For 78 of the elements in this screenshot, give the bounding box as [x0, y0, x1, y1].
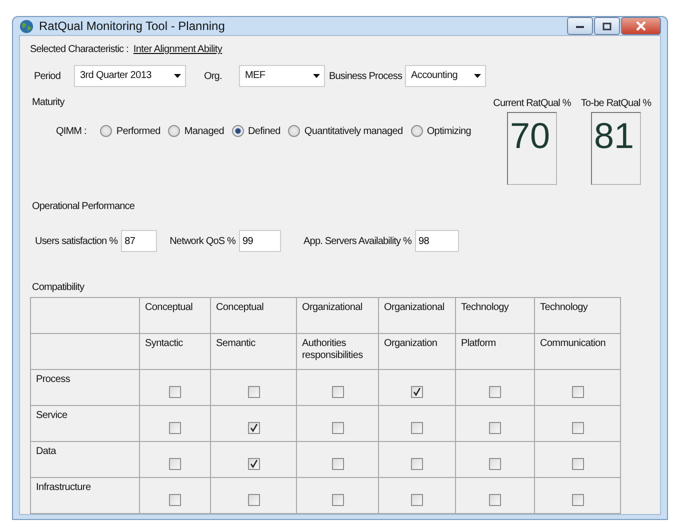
checkbox[interactable] — [248, 422, 260, 434]
checkbox[interactable] — [572, 422, 584, 434]
caret-icon — [313, 74, 320, 78]
checkbox[interactable] — [411, 422, 423, 434]
checkbox[interactable] — [489, 458, 501, 470]
column-header: Authorities responsibilities — [302, 338, 364, 362]
input-field[interactable]: 87 — [120, 230, 157, 252]
field-label: Selected Characteristic : — [30, 44, 128, 55]
window-title: RatQual Monitoring Tool - Planning — [39, 19, 226, 33]
caret-icon — [474, 74, 481, 78]
field-label: Period — [34, 70, 62, 82]
checkbox[interactable] — [411, 386, 423, 398]
checkbox[interactable] — [169, 494, 181, 506]
close-icon — [635, 21, 647, 31]
ratqual-label: To-be RatQual % — [580, 98, 652, 109]
column-header: Technology — [540, 302, 588, 314]
minimize-button[interactable] — [567, 17, 593, 35]
checkbox[interactable] — [411, 494, 423, 506]
radio-option[interactable]: Optimizing — [410, 125, 472, 137]
field-label: Network QoS % — [168, 236, 236, 246]
ratqual-label: Current RatQual % — [493, 98, 571, 109]
section-label: Operational Performance — [32, 201, 135, 212]
checkbox[interactable] — [489, 422, 501, 434]
checkbox[interactable] — [572, 494, 584, 506]
radio-option[interactable]: Quantitatively managed — [288, 125, 403, 137]
checkbox[interactable] — [489, 494, 501, 506]
field-label: Org. — [203, 70, 223, 82]
column-header: Platform — [461, 338, 496, 350]
column-header: Conceptual — [216, 302, 264, 314]
row-header: Service — [36, 410, 68, 422]
column-header: Organizational — [384, 302, 444, 314]
field-label: QIMM : — [56, 126, 86, 136]
dropdown[interactable]: 3rd Quarter 2013 — [74, 65, 186, 87]
close-button[interactable] — [621, 17, 661, 35]
column-header: Conceptual — [145, 302, 193, 314]
maximize-icon — [602, 22, 612, 30]
column-header: Semantic — [216, 338, 256, 350]
row-header: Process — [36, 374, 70, 386]
checkbox[interactable] — [572, 458, 584, 470]
checkbox[interactable] — [248, 386, 260, 398]
maximize-button[interactable] — [594, 17, 620, 35]
checkbox[interactable] — [411, 458, 423, 470]
section-label: Maturity — [32, 97, 64, 108]
characteristic-link[interactable]: Inter Alignment Ability — [133, 44, 222, 55]
checkbox[interactable] — [572, 386, 584, 398]
radio-option[interactable]: Managed — [168, 125, 224, 137]
minimize-icon — [575, 23, 585, 29]
radio-option[interactable]: Performed — [100, 125, 160, 137]
field-label: Users satisfaction % — [35, 236, 118, 246]
column-header: Technology — [461, 302, 509, 314]
caret-icon — [174, 74, 181, 78]
column-header: Communication — [540, 338, 606, 350]
checkbox[interactable] — [332, 422, 344, 434]
checkbox[interactable] — [169, 458, 181, 470]
dropdown[interactable]: MEF — [239, 65, 325, 87]
ratqual-value: 81 — [591, 112, 641, 185]
checkbox[interactable] — [332, 494, 344, 506]
column-header: Organizational — [302, 302, 362, 314]
checkbox[interactable] — [248, 458, 260, 470]
checkbox[interactable] — [332, 458, 344, 470]
column-header: Organization — [384, 338, 438, 350]
checkbox[interactable] — [332, 386, 344, 398]
checkbox[interactable] — [248, 494, 260, 506]
globe-icon — [19, 18, 34, 34]
ratqual-value: 70 — [507, 112, 557, 185]
radio-option[interactable]: Defined — [232, 125, 280, 137]
input-field[interactable]: 99 — [238, 230, 281, 252]
checkbox[interactable] — [489, 386, 501, 398]
field-label: Business Process — [328, 70, 404, 82]
section-label: Compatibility — [32, 282, 84, 293]
checkbox[interactable] — [169, 422, 181, 434]
input-field[interactable]: 98 — [414, 230, 458, 252]
field-label: App. Servers Availability % — [302, 236, 412, 246]
column-header: Syntactic — [145, 338, 183, 350]
row-header: Data — [36, 446, 56, 458]
checkbox[interactable] — [169, 386, 181, 398]
dropdown[interactable]: Accounting — [405, 65, 486, 87]
row-header: Infrastructure — [36, 482, 91, 494]
